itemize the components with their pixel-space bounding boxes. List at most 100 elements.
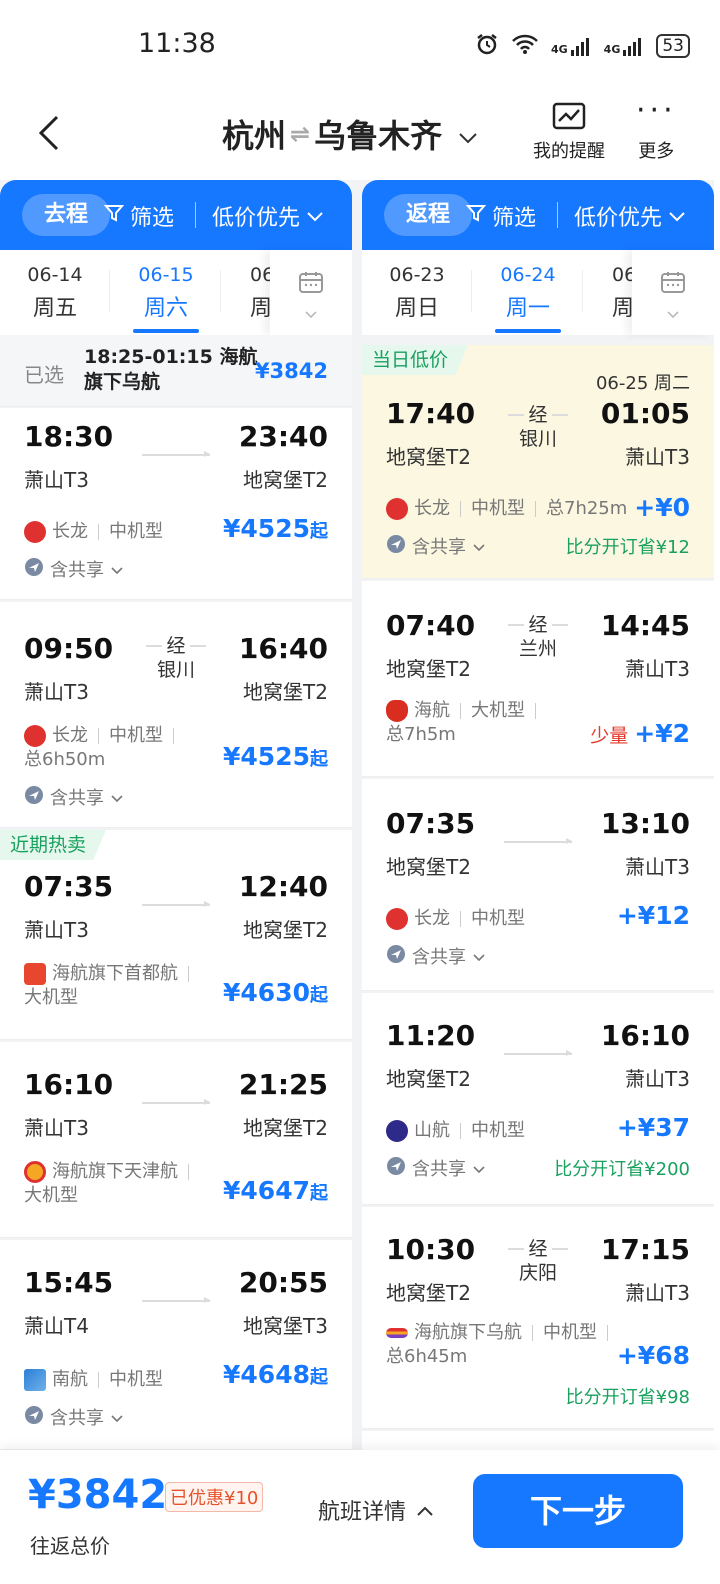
status-time: 11:38 (138, 28, 216, 59)
plane-size: 中机型 (471, 1120, 525, 1141)
sort-dropdown[interactable]: 低价优先 (212, 200, 324, 232)
price-value: ¥4647 (223, 1176, 310, 1205)
price: ¥4648起 (223, 1360, 328, 1389)
selected-price: ¥3842 (254, 359, 328, 383)
airline-logo-icon (386, 498, 408, 520)
flight-detail-button[interactable]: 航班详情 (318, 1494, 434, 1526)
reminder-button[interactable]: 我的提醒 (533, 101, 605, 163)
from-city: 杭州 (222, 117, 287, 155)
flight-card[interactable]: 10:30 17:15 经庆阳 地窝堡T2 萧山T3 海航旗下乌航 中机型 总6h4… (362, 1207, 714, 1429)
chevron-down-icon (304, 304, 318, 323)
date-cell-selected[interactable]: 06-24 周一 (473, 250, 583, 335)
savings-label: 比分开订省¥12 (565, 537, 690, 558)
flight-card-highlighted[interactable]: 当日低价 06-25 周二 17:40 01:05 经银川 地窝堡T2 萧山T3… (362, 345, 714, 579)
total-label: 往返总价 (30, 1534, 110, 1558)
price-value: +¥68 (616, 1341, 690, 1370)
selected-flight[interactable]: 已选 18:25-01:15 海航旗下乌航 ¥3842 (0, 335, 352, 407)
price-value: +¥2 (634, 719, 690, 748)
price-value: ¥4525 (223, 514, 310, 543)
arr-time: 21:25 (238, 1068, 328, 1101)
price-value: +¥12 (616, 901, 690, 930)
flight-card[interactable]: 09:50 16:40 经银川 萧山T3 地窝堡T2 长龙 中机型 总6h50m ¥… (0, 602, 352, 828)
divider (195, 202, 196, 228)
airline-name: 长龙 (52, 521, 88, 542)
date-cell-selected[interactable]: 06-15 周六 (111, 250, 221, 335)
calendar-button[interactable] (632, 250, 714, 335)
price: ¥4630起 (223, 978, 328, 1007)
dep-time: 18:30 (24, 420, 114, 453)
flight-card[interactable]: 近期热卖 07:35 12:40 萧山T3 地窝堡T2 海航旗下首都航 大机型 ¥… (0, 830, 352, 1040)
airline-logo-icon (386, 908, 408, 930)
dep-time: 17:40 (386, 397, 476, 430)
share-toggle[interactable]: 含共享 (24, 556, 124, 582)
arr-airport: 地窝堡T2 (243, 680, 328, 704)
share-toggle[interactable]: 含共享 (386, 533, 486, 559)
share-toggle[interactable]: 含共享 (386, 1155, 486, 1181)
plane-size: 中机型 (543, 1322, 597, 1343)
flight-card[interactable]: 07:35 13:10 地窝堡T2 萧山T3 长龙 中机型 +¥12 含共享 (362, 779, 714, 991)
airline-info: 长龙 中机型 (386, 907, 525, 931)
arr-time: 12:40 (238, 870, 328, 903)
tab-return[interactable]: 返程 (384, 194, 472, 236)
dep-airport: 地窝堡T2 (386, 1281, 471, 1305)
dep-airport: 地窝堡T2 (386, 445, 471, 469)
selected-label: 已选 (24, 363, 64, 387)
chevron-down-icon (666, 304, 680, 323)
arr-time: 17:15 (600, 1233, 690, 1266)
airline-name: 长龙 (414, 498, 450, 519)
back-button[interactable] (35, 113, 65, 157)
dep-time: 07:35 (386, 807, 476, 840)
share-toggle[interactable]: 含共享 (386, 943, 486, 969)
arr-airport: 萧山T3 (625, 855, 690, 879)
flight-card[interactable]: 15:45 20:55 萧山T4 地窝堡T3 南航 中机型 ¥4648起 含共享 (0, 1240, 352, 1450)
dep-time: 07:35 (24, 870, 114, 903)
flight-card[interactable]: 07:40 14:45 经兰州 地窝堡T2 萧山T3 海航 大机型 总7h5m 少量… (362, 581, 714, 777)
calendar-button[interactable] (270, 250, 352, 335)
route-line (142, 451, 210, 457)
filter-button[interactable]: 筛选 (103, 200, 174, 232)
date-text: 06-14 (27, 264, 83, 286)
savings-label: 比分开订省¥98 (565, 1387, 690, 1408)
date-cell[interactable]: 06-14 周五 (0, 250, 110, 335)
via-label: 经 (528, 614, 548, 636)
return-toolbar: 返程 筛选 低价优先 (362, 180, 714, 250)
more-button[interactable]: ··· 更多 (636, 96, 677, 163)
plane-size: 大机型 (24, 1185, 78, 1206)
dep-airport: 地窝堡T2 (386, 1067, 471, 1091)
wifi-icon (511, 33, 539, 59)
arr-airport: 萧山T3 (625, 445, 690, 469)
chevron-up-icon (416, 1498, 434, 1523)
airline-logo-icon (386, 700, 408, 722)
calendar-icon (660, 270, 686, 298)
dep-airport: 萧山T3 (24, 1116, 89, 1140)
tab-outbound[interactable]: 去程 (22, 194, 110, 236)
savings-label: 比分开订省¥200 (554, 1159, 690, 1180)
alarm-icon (475, 32, 499, 60)
airline-logo-icon (386, 1328, 408, 1338)
share-toggle[interactable]: 含共享 (24, 1404, 124, 1430)
airline-logo-icon (24, 521, 46, 543)
next-step-button[interactable]: 下一步 (473, 1474, 683, 1548)
plane-size: 中机型 (471, 908, 525, 929)
arr-airport: 萧山T3 (625, 1067, 690, 1091)
share-toggle[interactable]: 含共享 (24, 784, 124, 810)
price-value: ¥4525 (223, 742, 310, 771)
filter-button[interactable]: 筛选 (465, 200, 536, 232)
price: ¥4647起 (223, 1176, 328, 1205)
route-line (504, 1050, 572, 1056)
sort-dropdown[interactable]: 低价优先 (574, 200, 686, 232)
arr-airport: 地窝堡T2 (243, 468, 328, 492)
dep-time: 10:30 (386, 1233, 476, 1266)
flight-card[interactable]: 11:20 16:10 地窝堡T2 萧山T3 山航 中机型 +¥37 含共享 比分… (362, 993, 714, 1205)
airline-name: 南航 (52, 1369, 88, 1390)
route-selector[interactable]: 杭州 ⇌ 乌鲁木齐 (222, 111, 478, 157)
dep-airport: 萧山T3 (24, 680, 89, 704)
flight-card[interactable]: 18:30 23:40 萧山T3 地窝堡T2 长龙 中机型 ¥4525起 含共享 (0, 408, 352, 600)
flight-card[interactable]: 16:10 21:25 萧山T3 地窝堡T2 海航旗下天津航 大机型 ¥4647起 (0, 1042, 352, 1238)
plane-icon (24, 557, 44, 582)
selected-info: 18:25-01:15 海航旗下乌航 (84, 346, 258, 393)
airline-info: 海航旗下天津航 大机型 (24, 1160, 214, 1208)
flight-card (362, 1431, 714, 1450)
date-cell[interactable]: 06-23 周日 (362, 250, 472, 335)
low-price-badge: 当日低价 (362, 345, 469, 375)
